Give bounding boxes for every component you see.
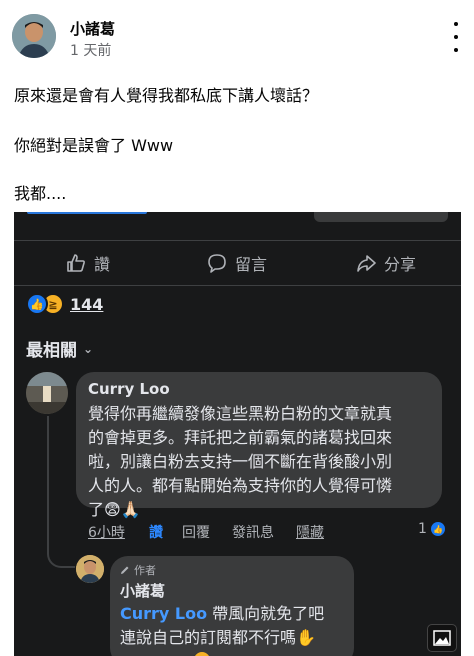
comment-reply-button[interactable]: 回覆 xyxy=(182,522,210,542)
embedded-screenshot: 讚 留言 分享 👍 ≧ 144 最相關 ⌄ Curry Loo 覺得你再繼續發像… xyxy=(14,212,461,656)
reply-line: Curry Loo 帶風向就免了吧 xyxy=(120,602,348,626)
more-options-icon[interactable] xyxy=(446,22,466,52)
comment-like-button[interactable]: 讚 xyxy=(149,522,163,542)
chevron-down-icon: ⌄ xyxy=(83,341,94,356)
comment-line: 啦，別讓白粉去支持一個不斷在背後酸小別 xyxy=(88,452,393,471)
action-bar: 讚 留言 分享 xyxy=(14,240,461,286)
cropped-link xyxy=(27,212,147,214)
like-action-label: 讚 xyxy=(94,255,111,274)
share-icon xyxy=(357,255,376,272)
comment-icon xyxy=(208,254,226,273)
reply-line-rest: 帶風向就免了吧 xyxy=(207,604,325,623)
post-text-line: 我都.... xyxy=(14,184,67,203)
comment-line-last: 了😨🙏🏻 xyxy=(88,498,436,522)
comment-emojis: 😨🙏🏻 xyxy=(104,500,141,519)
reply-author-name[interactable]: 小諸葛 xyxy=(120,580,165,601)
cropped-top-area xyxy=(14,212,461,222)
post-header: 小諸葛 1 天前 xyxy=(0,0,474,70)
pencil-icon xyxy=(121,566,129,574)
comment-like-count[interactable]: 1 👍 xyxy=(418,521,445,537)
reply-line-text: 連說自己的訂閱都不行嗎 xyxy=(120,628,297,647)
post-text-line: 你絕對是誤會了 Www xyxy=(14,136,174,155)
image-icon[interactable] xyxy=(427,624,457,652)
reaction-summary[interactable]: 👍 ≧ 144 xyxy=(26,292,103,316)
post-time[interactable]: 1 天前 xyxy=(70,40,111,60)
like-icon: 👍 xyxy=(430,522,445,536)
reply-author-avatar[interactable] xyxy=(76,555,104,583)
like-action[interactable]: 讚 xyxy=(66,241,110,285)
comment-time[interactable]: 6小時 xyxy=(88,522,125,542)
mention-link[interactable]: Curry Loo xyxy=(120,604,207,623)
comment-action-label: 留言 xyxy=(235,255,268,274)
reply-bubble: 作者 小諸葛 Curry Loo 帶風向就免了吧 連說自己的訂閱都不行嗎✋ xyxy=(110,556,354,656)
commenter-avatar[interactable] xyxy=(26,372,68,414)
thumbs-up-icon xyxy=(67,254,85,272)
comment-line: 的會掉更多。拜託把之前霸氣的諸葛找回來 xyxy=(88,428,393,447)
like-icon: 👍 xyxy=(26,293,48,315)
comment-message-button[interactable]: 發訊息 xyxy=(232,522,274,542)
comment-bubble: Curry Loo 覺得你再繼續發像這些黑粉白粉的文章就真 的會掉更多。拜託把之… xyxy=(76,372,442,519)
author-badge-label: 作者 xyxy=(134,564,156,577)
cropped-button xyxy=(314,212,448,222)
share-action[interactable]: 分享 xyxy=(356,241,416,285)
comment-action[interactable]: 留言 xyxy=(207,241,267,285)
share-action-label: 分享 xyxy=(384,255,417,274)
raised-hand-icon: ✋ xyxy=(296,628,316,647)
comment-line: 人的人。都有點開始為支持你的人覺得可憐 xyxy=(88,476,393,495)
comment-like-count-value: 1 xyxy=(418,521,427,537)
comment-hide-button[interactable]: 隱藏 xyxy=(296,522,324,542)
comment-sort-dropdown[interactable]: 最相關 ⌄ xyxy=(26,336,93,361)
sort-label: 最相關 xyxy=(26,341,77,361)
author-name[interactable]: 小諸葛 xyxy=(70,18,115,39)
thread-connector xyxy=(47,416,75,568)
author-badge: 作者 xyxy=(120,562,156,578)
reply-line: 連說自己的訂閱都不行嗎✋ xyxy=(120,626,348,650)
comment-text: 覺得你再繼續發像這些黑粉白粉的文章就真 的會掉更多。拜託把之前霸氣的諸葛找回來 … xyxy=(88,402,436,522)
comment-line: 覺得你再繼續發像這些黑粉白粉的文章就真 xyxy=(88,404,393,423)
reaction-count: 144 xyxy=(70,294,104,314)
commenter-name[interactable]: Curry Loo xyxy=(88,380,170,398)
post-text-line: 原來還是會有人覺得我都私底下講人壞話？ xyxy=(14,86,319,105)
reply-text: Curry Loo 帶風向就免了吧 連說自己的訂閱都不行嗎✋ xyxy=(120,602,348,650)
author-avatar[interactable] xyxy=(12,14,56,58)
comment-last-text: 了 xyxy=(88,500,105,519)
